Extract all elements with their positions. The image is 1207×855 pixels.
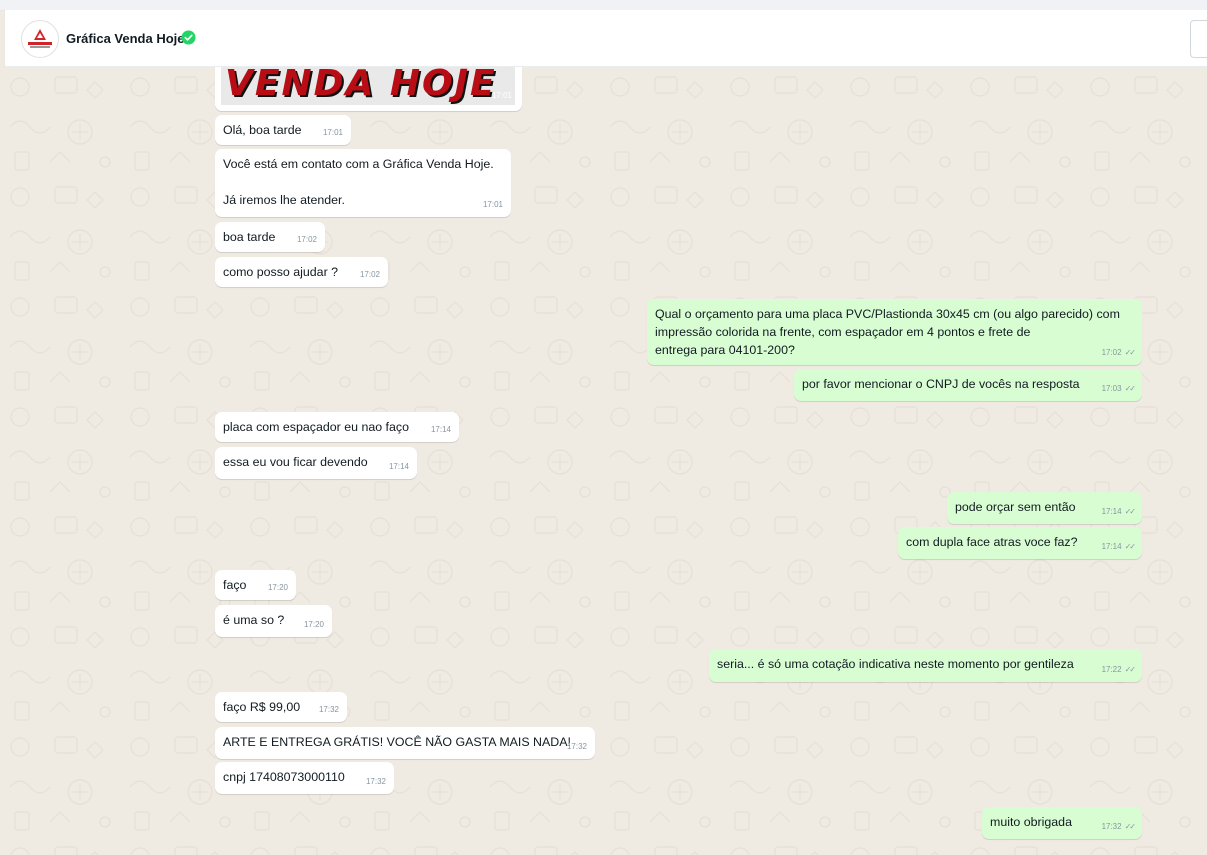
message-text: essa eu vou ficar devendo bbox=[223, 455, 368, 469]
incoming-message[interactable]: é uma so ? 17:20 bbox=[215, 605, 332, 637]
outgoing-message[interactable]: muito obrigada 17:32 ✓✓ bbox=[982, 807, 1142, 839]
outgoing-message[interactable]: seria... é só uma cotação indicativa nes… bbox=[709, 649, 1142, 682]
message-text: é uma so ? bbox=[223, 613, 285, 627]
chat-panel[interactable]: VENDA HOJE 17:01 Olá, boa tarde 17:01 Você… bbox=[0, 67, 1207, 855]
message-time: 17:32 bbox=[566, 742, 587, 751]
message-time: 17:02 bbox=[1101, 348, 1122, 357]
message-time: 17:32 bbox=[318, 705, 339, 714]
message-time-meta: 17:14 ✓✓ bbox=[1101, 503, 1137, 521]
message-time: 17:01 bbox=[491, 91, 512, 100]
message-time-meta: 17:20 bbox=[268, 579, 288, 597]
message-time-meta: 17:32 bbox=[319, 701, 339, 719]
message-time: 17:14 bbox=[1101, 542, 1122, 551]
incoming-message[interactable]: placa com espaçador eu nao faço 17:14 bbox=[215, 412, 459, 442]
message-time: 17:02 bbox=[359, 270, 380, 279]
message-time: 17:22 bbox=[1101, 665, 1122, 674]
outgoing-message[interactable]: Qual o orçamento para uma placa PVC/Plas… bbox=[647, 299, 1142, 365]
message-time-meta: 17:01 bbox=[483, 196, 503, 214]
message-time-meta: 17:02 bbox=[297, 231, 317, 249]
message-time-meta: 17:03 ✓✓ bbox=[1101, 380, 1137, 398]
banner-logo-text: VENDA HOJE bbox=[225, 67, 497, 104]
message-time-meta: 17:20 bbox=[304, 616, 324, 634]
contact-avatar[interactable] bbox=[21, 20, 59, 58]
message-time-meta: 17:32 bbox=[567, 738, 587, 756]
double-check-icon: ✓✓ bbox=[1124, 348, 1136, 357]
message-text: por favor mencionar o CNPJ de vocês na r… bbox=[802, 377, 1080, 391]
message-text: Você está em contato com a Gráfica Venda… bbox=[223, 157, 494, 207]
message-time: 17:02 bbox=[296, 235, 317, 244]
message-text: cnpj 17408073000110 bbox=[223, 770, 345, 784]
message-text: como posso ajudar ? bbox=[223, 265, 339, 279]
message-text: placa com espaçador eu nao faço bbox=[223, 420, 409, 434]
double-check-icon: ✓✓ bbox=[1124, 542, 1136, 551]
message-text: pode orçar sem então bbox=[955, 500, 1076, 514]
message-time-meta: 17:14 ✓✓ bbox=[1101, 538, 1137, 556]
message-text: Qual o orçamento para uma placa PVC/Plas… bbox=[655, 307, 1120, 357]
message-time-meta: 17:14 bbox=[431, 421, 451, 439]
chat-wallpaper-pattern bbox=[0, 67, 1207, 855]
incoming-message[interactable]: ARTE E ENTREGA GRÁTIS! VOCÊ NÃO GASTA MA… bbox=[215, 727, 595, 759]
message-time: 17:32 bbox=[365, 777, 386, 786]
outgoing-message[interactable]: com dupla face atras voce faz? 17:14 ✓✓ bbox=[898, 527, 1142, 559]
incoming-message[interactable]: faço R$ 99,00 17:32 bbox=[215, 692, 347, 722]
message-time: 17:14 bbox=[388, 462, 409, 471]
double-check-icon: ✓✓ bbox=[1124, 507, 1136, 516]
message-time: 17:03 bbox=[1101, 384, 1122, 393]
message-time: 17:32 bbox=[1101, 822, 1122, 831]
message-time: 17:01 bbox=[482, 200, 503, 209]
incoming-message[interactable]: cnpj 17408073000110 17:32 bbox=[215, 762, 394, 794]
message-time-meta: 17:02 ✓✓ bbox=[1101, 344, 1137, 362]
message-text: Olá, boa tarde bbox=[223, 123, 302, 137]
image-message[interactable]: VENDA HOJE 17:01 bbox=[215, 67, 522, 111]
message-time-meta: 17:01 bbox=[323, 124, 343, 142]
incoming-message[interactable]: faço 17:20 bbox=[215, 570, 296, 600]
header-action-button[interactable] bbox=[1190, 20, 1207, 58]
message-time: 17:20 bbox=[303, 620, 324, 629]
double-check-icon: ✓✓ bbox=[1124, 822, 1136, 831]
message-text: faço bbox=[223, 578, 247, 592]
verified-check-icon bbox=[181, 30, 196, 45]
message-time: 17:01 bbox=[322, 128, 343, 137]
double-check-icon: ✓✓ bbox=[1124, 384, 1136, 393]
message-text: boa tarde bbox=[223, 230, 276, 244]
message-text: muito obrigada bbox=[990, 815, 1072, 829]
message-time-meta: 17:02 bbox=[360, 266, 380, 284]
message-text: ARTE E ENTREGA GRÁTIS! VOCÊ NÃO GASTA MA… bbox=[223, 735, 571, 749]
message-time: 17:20 bbox=[267, 583, 288, 592]
message-time-meta: 17:22 ✓✓ bbox=[1101, 661, 1137, 679]
message-time-meta: 17:32 ✓✓ bbox=[1101, 818, 1137, 836]
incoming-message[interactable]: boa tarde 17:02 bbox=[215, 222, 325, 252]
incoming-message[interactable]: Olá, boa tarde 17:01 bbox=[215, 115, 351, 145]
message-time-meta: 17:14 bbox=[389, 458, 409, 476]
message-text: faço R$ 99,00 bbox=[223, 700, 301, 714]
incoming-message[interactable]: como posso ajudar ? 17:02 bbox=[215, 257, 388, 287]
double-check-icon: ✓✓ bbox=[1124, 665, 1136, 674]
chat-header: Gráfica Venda Hoje bbox=[5, 10, 1207, 67]
venda-hoje-banner-image: VENDA HOJE bbox=[221, 67, 515, 105]
incoming-message[interactable]: essa eu vou ficar devendo 17:14 bbox=[215, 447, 417, 479]
incoming-message[interactable]: Você está em contato com a Gráfica Venda… bbox=[215, 149, 511, 217]
message-text: seria... é só uma cotação indicativa nes… bbox=[717, 657, 1074, 671]
message-time-meta: 17:32 bbox=[366, 773, 386, 791]
message-time: 17:14 bbox=[430, 425, 451, 434]
venda-hoje-logo-icon bbox=[28, 29, 52, 48]
outgoing-message[interactable]: por favor mencionar o CNPJ de vocês na r… bbox=[794, 369, 1142, 401]
contact-name[interactable]: Gráfica Venda Hoje bbox=[66, 31, 185, 46]
message-text: com dupla face atras voce faz? bbox=[906, 535, 1078, 549]
message-time: 17:14 bbox=[1101, 507, 1122, 516]
outgoing-message[interactable]: pode orçar sem então 17:14 ✓✓ bbox=[947, 492, 1142, 524]
